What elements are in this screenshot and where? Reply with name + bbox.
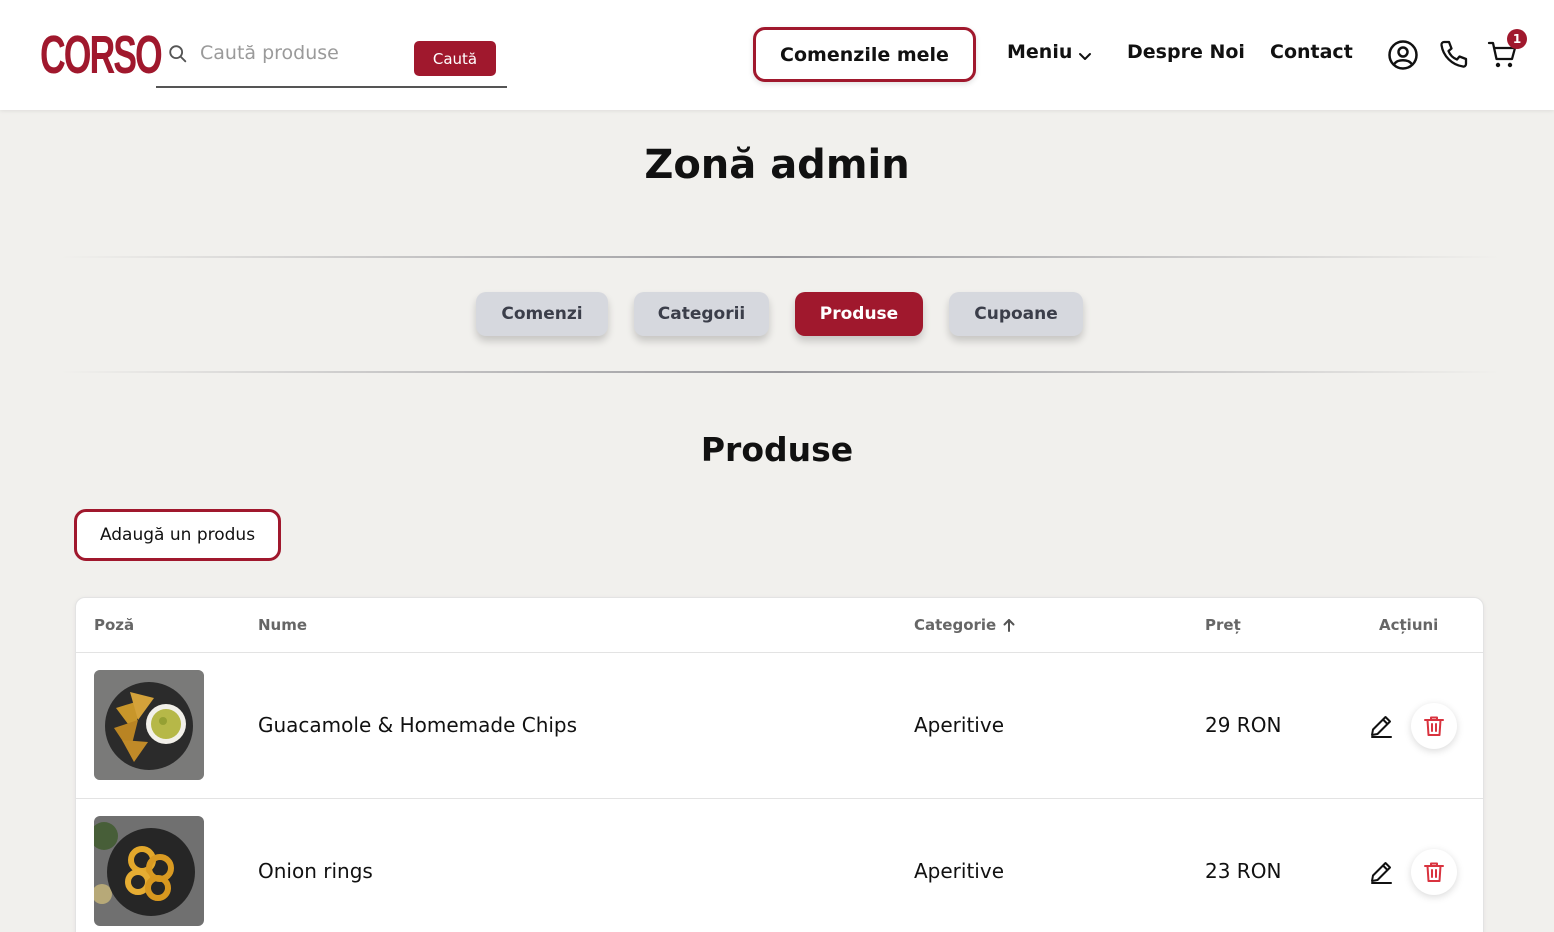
nav-menu[interactable]: Meniu xyxy=(1007,41,1072,69)
section-title: Produse xyxy=(700,430,854,469)
my-orders-button[interactable]: Comenzile mele xyxy=(753,27,976,82)
tab-categorii[interactable]: Categorii xyxy=(634,292,769,336)
phone-icon[interactable] xyxy=(1438,38,1470,70)
table-row: Onion rings Aperitive 23 RON xyxy=(76,798,1483,932)
column-header-price[interactable]: Preț xyxy=(1205,616,1241,634)
product-name: Guacamole & Homemade Chips xyxy=(258,713,578,737)
product-category: Aperitive xyxy=(914,713,1004,737)
search-bar: Caută xyxy=(156,30,507,88)
delete-button[interactable] xyxy=(1411,703,1457,749)
user-icon[interactable] xyxy=(1387,39,1419,71)
table-row: Guacamole & Homemade Chips Aperitive 29 … xyxy=(76,652,1483,798)
site-header: CORSO Caută Comenzile mele Meniu Despre … xyxy=(0,0,1554,110)
product-image xyxy=(94,816,204,926)
product-image xyxy=(94,670,204,780)
trash-icon xyxy=(1424,716,1444,736)
chevron-down-icon[interactable] xyxy=(1077,48,1093,64)
arrow-up-icon[interactable] xyxy=(1001,617,1017,633)
edit-icon[interactable] xyxy=(1368,713,1394,739)
product-price: 23 RON xyxy=(1205,859,1282,883)
cart-count-badge: 1 xyxy=(1507,29,1527,49)
divider-top xyxy=(60,256,1500,258)
corso-logo[interactable]: CORSO xyxy=(40,28,163,82)
divider-bottom xyxy=(60,371,1500,373)
tab-cupoane[interactable]: Cupoane xyxy=(949,292,1083,336)
product-price: 29 RON xyxy=(1205,713,1282,737)
nav-about[interactable]: Despre Noi xyxy=(1127,41,1245,69)
page-title: Zonă admin xyxy=(644,142,910,188)
tab-comenzi[interactable]: Comenzi xyxy=(476,292,608,336)
add-product-button[interactable]: Adaugă un produs xyxy=(74,509,281,561)
column-header-photo: Poză xyxy=(94,616,135,634)
search-icon xyxy=(169,45,187,63)
nav-contact[interactable]: Contact xyxy=(1270,41,1353,69)
trash-icon xyxy=(1424,862,1444,882)
search-button[interactable]: Caută xyxy=(414,41,496,76)
products-table: Poză Nume Categorie Preț Acțiuni Guacamo… xyxy=(75,597,1484,932)
search-input[interactable] xyxy=(200,38,410,68)
tab-produse[interactable]: Produse xyxy=(795,292,923,336)
product-name: Onion rings xyxy=(258,859,373,883)
column-header-name[interactable]: Nume xyxy=(258,616,307,634)
column-header-actions: Acțiuni xyxy=(1379,616,1439,634)
product-category: Aperitive xyxy=(914,859,1004,883)
delete-button[interactable] xyxy=(1411,849,1457,895)
edit-icon[interactable] xyxy=(1368,859,1394,885)
column-header-category[interactable]: Categorie xyxy=(914,616,996,634)
